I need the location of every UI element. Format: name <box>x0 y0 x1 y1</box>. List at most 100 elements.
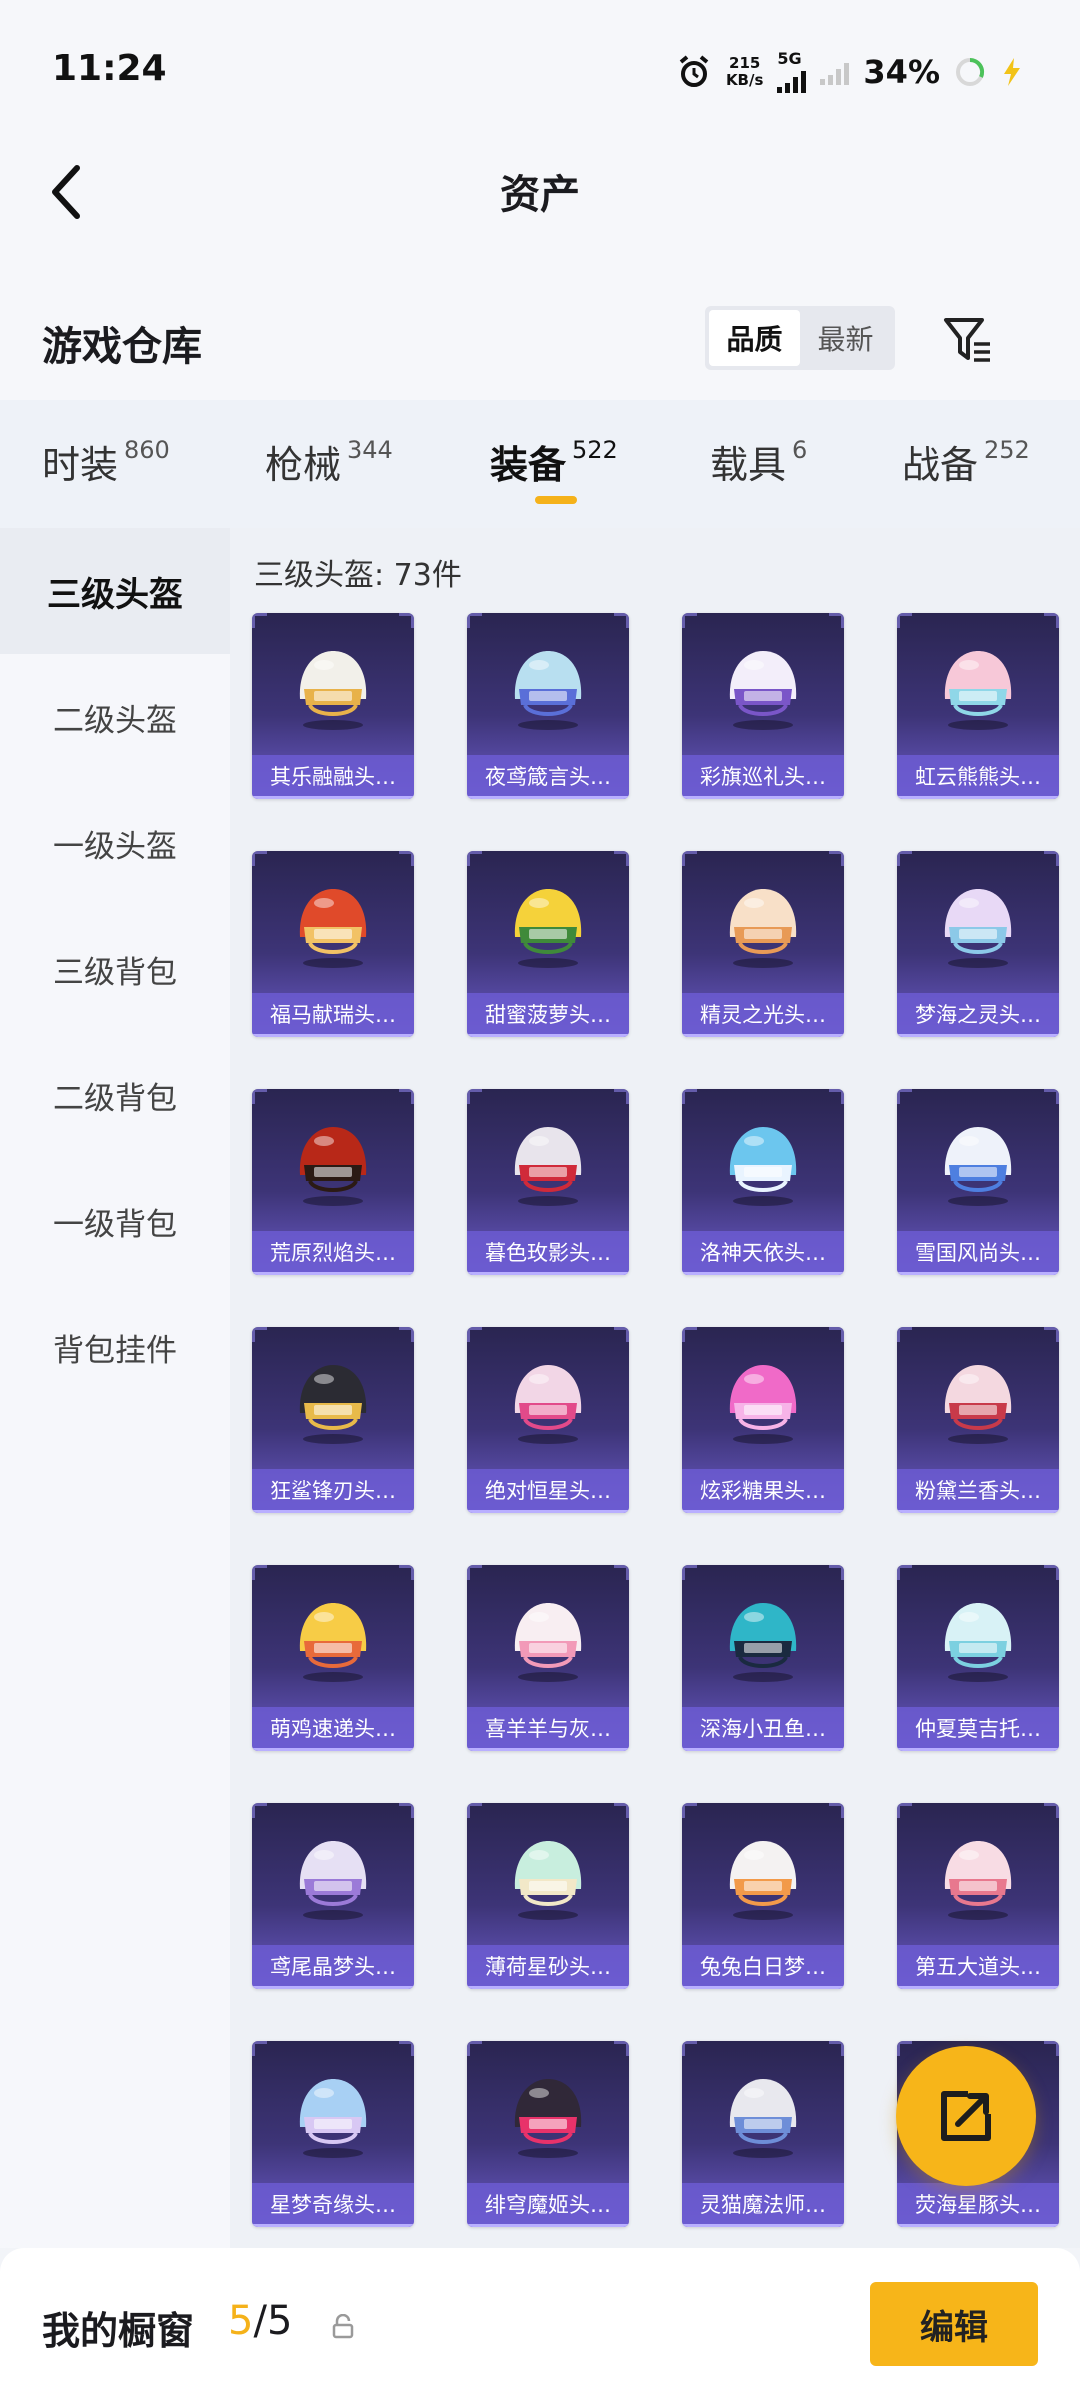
item-card-name: 粉黛兰香头… <box>897 1469 1059 1513</box>
helmet-icon <box>299 2079 367 2158</box>
item-card[interactable]: 虹云熊熊头… <box>897 613 1059 799</box>
item-card-name: 精灵之光头… <box>682 993 844 1037</box>
item-card[interactable]: 其乐融融头… <box>252 613 414 799</box>
sidebar-item-level1-backpack[interactable]: 一级背包 <box>0 1158 230 1284</box>
status-time: 11:24 <box>52 48 167 89</box>
filter-button[interactable] <box>938 310 998 370</box>
tab-count: 860 <box>124 436 170 464</box>
sidebar-item-level2-backpack[interactable]: 二级背包 <box>0 1032 230 1158</box>
item-card[interactable]: 第五大道头… <box>897 1803 1059 1989</box>
item-card-name: 喜羊羊与灰… <box>467 1707 629 1751</box>
item-card[interactable]: 狂鲨锋刃头… <box>252 1327 414 1513</box>
item-card[interactable]: 洛神天依头… <box>682 1089 844 1275</box>
warehouse-row: 游戏仓库 品质 最新 <box>0 270 1080 400</box>
category-tabs: 时装 860 枪械 344 装备 522 载具 6 战备 252 <box>0 400 1080 528</box>
alarm-icon <box>679 55 709 87</box>
item-card-name: 荒原烈焰头… <box>252 1231 414 1275</box>
item-card-name: 暮色玫影头… <box>467 1231 629 1275</box>
item-card[interactable]: 彩旗巡礼头… <box>682 613 844 799</box>
net-speed: 215 KB/s <box>726 55 763 89</box>
helmet-icon <box>299 1365 367 1444</box>
sidebar-item-backpack-charm[interactable]: 背包挂件 <box>0 1284 230 1410</box>
helmet-icon <box>299 889 367 968</box>
tab-label: 战备 <box>902 443 979 487</box>
item-card[interactable]: 星梦奇缘头… <box>252 2041 414 2227</box>
item-card[interactable]: 荒原烈焰头… <box>252 1089 414 1275</box>
helmet-icon <box>944 1127 1012 1206</box>
edit-button[interactable]: 编辑 <box>870 2282 1038 2366</box>
charging-icon <box>1004 58 1020 86</box>
tab-weapons[interactable]: 枪械 344 <box>265 434 393 489</box>
item-card[interactable]: 兔兔白日梦… <box>682 1803 844 1989</box>
item-card[interactable]: 深海小丑鱼… <box>682 1565 844 1751</box>
tab-supplies[interactable]: 战备 252 <box>902 434 1030 489</box>
item-card[interactable]: 梦海之灵头… <box>897 851 1059 1037</box>
item-card-name: 炫彩糖果头… <box>682 1469 844 1513</box>
showcase-current: 5 <box>228 2298 254 2344</box>
item-card-name: 星梦奇缘头… <box>252 2183 414 2227</box>
signal-secondary-icon <box>820 59 850 85</box>
item-card[interactable]: 福马献瑞头… <box>252 851 414 1037</box>
sidebar-item-level3-helmet[interactable]: 三级头盔 <box>0 528 230 654</box>
sort-toggle: 品质 最新 <box>705 306 895 370</box>
helmet-icon <box>729 1365 797 1444</box>
helmet-icon <box>944 889 1012 968</box>
item-card[interactable]: 甜蜜菠萝头… <box>467 851 629 1037</box>
item-card[interactable]: 喜羊羊与灰… <box>467 1565 629 1751</box>
sort-option-quality[interactable]: 品质 <box>709 310 800 366</box>
item-card[interactable]: 鸢尾晶梦头… <box>252 1803 414 1989</box>
lock-icon <box>332 2314 354 2339</box>
bottom-bar: 我的橱窗 5/5 编辑 <box>0 2248 1080 2400</box>
battery-ring-icon <box>956 57 985 86</box>
sidebar-item-level1-helmet[interactable]: 一级头盔 <box>0 780 230 906</box>
filter-icon <box>944 318 990 362</box>
item-card-name: 彩旗巡礼头… <box>682 755 844 799</box>
helmet-icon <box>514 2079 582 2158</box>
item-card[interactable]: 粉黛兰香头… <box>897 1327 1059 1513</box>
tab-vehicles[interactable]: 载具 6 <box>710 434 807 489</box>
signal-icon <box>777 67 807 93</box>
tab-label: 枪械 <box>265 443 342 487</box>
share-fab-button[interactable] <box>896 2046 1036 2186</box>
item-card[interactable]: 雪国风尚头… <box>897 1089 1059 1275</box>
helmet-icon <box>729 2079 797 2158</box>
share-external-icon <box>941 2091 991 2141</box>
helmet-icon <box>514 1365 582 1444</box>
item-card-name: 洛神天依头… <box>682 1231 844 1275</box>
item-card-name: 其乐融融头… <box>252 755 414 799</box>
helmet-icon <box>944 1841 1012 1920</box>
helmet-icon <box>729 889 797 968</box>
network-type: 5G <box>777 49 802 68</box>
item-card[interactable]: 萌鸡速递头… <box>252 1565 414 1751</box>
helmet-icon <box>729 1841 797 1920</box>
item-card[interactable]: 薄荷星砂头… <box>467 1803 629 1989</box>
helmet-icon <box>299 651 367 730</box>
item-card[interactable]: 灵猫魔法师… <box>682 2041 844 2227</box>
section-count-label: 三级头盔: 73件 <box>254 558 462 593</box>
item-card[interactable]: 仲夏莫吉托… <box>897 1565 1059 1751</box>
item-card-name: 薄荷星砂头… <box>467 1945 629 1989</box>
showcase-separator: / <box>253 2298 267 2344</box>
net-speed-unit: KB/s <box>725 71 764 89</box>
page-title: 资产 <box>500 172 580 218</box>
item-card-name: 深海小丑鱼… <box>682 1707 844 1751</box>
sidebar-item-level3-backpack[interactable]: 三级背包 <box>0 906 230 1032</box>
item-card[interactable]: 绯穹魔姬头… <box>467 2041 629 2227</box>
tab-fashion[interactable]: 时装 860 <box>42 434 170 489</box>
item-card[interactable]: 精灵之光头… <box>682 851 844 1037</box>
net-speed-value: 215 <box>729 54 761 72</box>
network-indicator: 5G <box>777 49 807 93</box>
item-card[interactable]: 绝对恒星头… <box>467 1327 629 1513</box>
tab-equipment[interactable]: 装备 522 <box>490 434 618 489</box>
item-card[interactable]: 夜鸢箴言头… <box>467 613 629 799</box>
helmet-icon <box>514 1841 582 1920</box>
item-card-name: 狂鲨锋刃头… <box>252 1469 414 1513</box>
sidebar-item-level2-helmet[interactable]: 二级头盔 <box>0 654 230 780</box>
sort-option-newest[interactable]: 最新 <box>800 310 891 366</box>
battery-percent: 34% <box>863 53 940 91</box>
item-card[interactable]: 暮色玫影头… <box>467 1089 629 1275</box>
item-card[interactable]: 炫彩糖果头… <box>682 1327 844 1513</box>
item-card-name: 梦海之灵头… <box>897 993 1059 1037</box>
item-card-name: 夜鸢箴言头… <box>467 755 629 799</box>
tab-label: 装备 <box>490 443 567 487</box>
